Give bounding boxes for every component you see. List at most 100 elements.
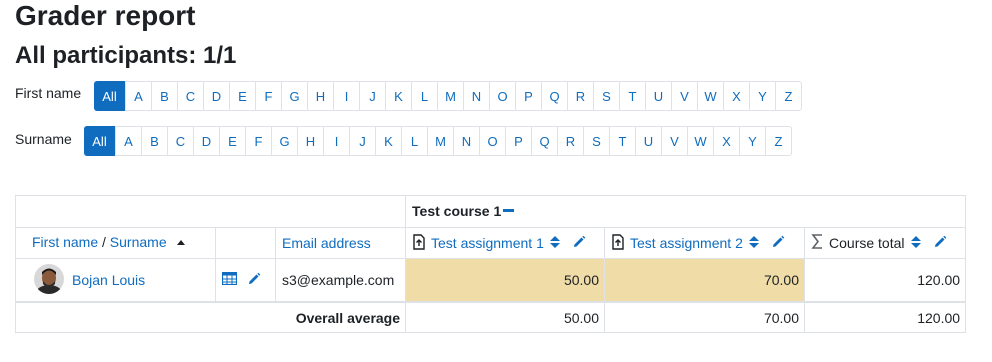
grade-cell[interactable]: 70.00 bbox=[604, 258, 806, 303]
item-link-2[interactable]: Test assignment 2 bbox=[630, 235, 743, 251]
firstname-initial-a[interactable]: A bbox=[125, 82, 151, 110]
header-row: First name / Surname Email address Test … bbox=[15, 227, 967, 259]
page-title: Grader report bbox=[15, 0, 196, 31]
firstname-initial-j[interactable]: J bbox=[359, 82, 385, 110]
sort-asc-icon[interactable] bbox=[175, 236, 187, 252]
item-header-2: Test assignment 2 bbox=[604, 227, 806, 259]
surname-initial-f[interactable]: F bbox=[245, 127, 271, 155]
sort-icon[interactable] bbox=[910, 235, 922, 252]
surname-initial-o[interactable]: O bbox=[479, 127, 505, 155]
edit-icon[interactable] bbox=[933, 235, 947, 252]
firstname-initial-h[interactable]: H bbox=[307, 82, 333, 110]
firstname-initial-f[interactable]: F bbox=[255, 82, 281, 110]
firstname-initial-t[interactable]: T bbox=[619, 82, 645, 110]
average-cell: 50.00 bbox=[405, 301, 606, 333]
average-row: Overall average 50.00 70.00 120.00 bbox=[14, 301, 967, 333]
edit-icon[interactable] bbox=[247, 272, 261, 289]
firstname-initial-b[interactable]: B bbox=[151, 82, 177, 110]
avatar[interactable] bbox=[34, 263, 64, 297]
surname-initial-v[interactable]: V bbox=[661, 127, 687, 155]
surname-initial-u[interactable]: U bbox=[635, 127, 661, 155]
firstname-initial-n[interactable]: N bbox=[463, 82, 489, 110]
edit-icon[interactable] bbox=[771, 235, 785, 252]
sort-firstname-link[interactable]: First name bbox=[32, 234, 98, 250]
surname-initial-x[interactable]: X bbox=[713, 127, 739, 155]
surname-initial-p[interactable]: P bbox=[505, 127, 531, 155]
surname-initial-m[interactable]: M bbox=[427, 127, 453, 155]
surname-initial-t[interactable]: T bbox=[609, 127, 635, 155]
firstname-initial-i[interactable]: I bbox=[333, 82, 359, 110]
firstname-initial-o[interactable]: O bbox=[489, 82, 515, 110]
firstname-initial-g[interactable]: G bbox=[281, 82, 307, 110]
sort-icon[interactable] bbox=[549, 235, 561, 252]
surname-initial-c[interactable]: C bbox=[167, 127, 193, 155]
surname-initial-j[interactable]: J bbox=[349, 127, 375, 155]
firstname-initial-v[interactable]: V bbox=[671, 82, 697, 110]
surname-initial-all[interactable]: All bbox=[84, 126, 115, 156]
firstname-initial-p[interactable]: P bbox=[515, 82, 541, 110]
user-name-link[interactable]: Bojan Louis bbox=[72, 272, 145, 288]
sort-icon[interactable] bbox=[748, 235, 760, 252]
surname-initial-y[interactable]: Y bbox=[739, 127, 765, 155]
category-row: Test course 1 bbox=[14, 195, 967, 228]
average-total-cell: 120.00 bbox=[804, 301, 967, 333]
user-email: s3@example.com bbox=[274, 258, 407, 303]
surname-initial-s[interactable]: S bbox=[583, 127, 609, 155]
email-header: Email address bbox=[274, 227, 407, 259]
surname-initial-b[interactable]: B bbox=[141, 127, 167, 155]
firstname-initial-all[interactable]: All bbox=[94, 81, 125, 111]
firstname-initial-x[interactable]: X bbox=[723, 82, 749, 110]
surname-initial-n[interactable]: N bbox=[453, 127, 479, 155]
surname-initial-d[interactable]: D bbox=[193, 127, 219, 155]
firstname-initial-c[interactable]: C bbox=[177, 82, 203, 110]
firstname-initial-l[interactable]: L bbox=[411, 82, 437, 110]
surname-initial-i[interactable]: I bbox=[323, 127, 349, 155]
table-row: Bojan Louis s3@example.com 50.00 70.00 1… bbox=[15, 258, 967, 303]
firstname-initial-y[interactable]: Y bbox=[749, 82, 775, 110]
grid-icon[interactable] bbox=[221, 272, 238, 288]
average-cell: 70.00 bbox=[604, 301, 806, 333]
assignment-icon bbox=[412, 233, 426, 253]
edit-icon[interactable] bbox=[572, 235, 586, 252]
firstname-initials-bar: All A B C D E F G H I J K L M N O P Q R S T U V W X Y Z bbox=[94, 81, 802, 111]
surname-initial-e[interactable]: E bbox=[219, 127, 245, 155]
surname-initial-l[interactable]: L bbox=[401, 127, 427, 155]
surname-initial-g[interactable]: G bbox=[271, 127, 297, 155]
surname-initial-h[interactable]: H bbox=[297, 127, 323, 155]
total-header: Course total bbox=[804, 227, 967, 259]
user-cell: Bojan Louis bbox=[15, 258, 216, 303]
firstname-initial-d[interactable]: D bbox=[203, 82, 229, 110]
sort-surname-link[interactable]: Surname bbox=[110, 234, 167, 250]
category-title: Test course 1 bbox=[412, 202, 502, 219]
course-total-cell: 120.00 bbox=[804, 258, 967, 303]
participants-heading: All participants: 1/1 bbox=[15, 42, 237, 69]
collapse-icon[interactable] bbox=[501, 203, 515, 220]
firstname-initial-m[interactable]: M bbox=[437, 82, 463, 110]
name-header: First name / Surname bbox=[15, 227, 216, 259]
surname-initial-q[interactable]: Q bbox=[531, 127, 557, 155]
surname-initial-k[interactable]: K bbox=[375, 127, 401, 155]
firstname-initial-w[interactable]: W bbox=[697, 82, 723, 110]
firstname-initial-s[interactable]: S bbox=[593, 82, 619, 110]
firstname-initial-u[interactable]: U bbox=[645, 82, 671, 110]
firstname-filter-label: First name bbox=[15, 85, 82, 101]
name-separator: / bbox=[98, 234, 110, 251]
surname-filter-label: Surname bbox=[15, 131, 72, 147]
surname-initial-z[interactable]: Z bbox=[765, 127, 791, 155]
grade-cell[interactable]: 50.00 bbox=[405, 258, 606, 303]
firstname-initial-e[interactable]: E bbox=[229, 82, 255, 110]
grader-table: Test course 1 First name / Surname Email… bbox=[14, 195, 967, 333]
surname-initial-r[interactable]: R bbox=[557, 127, 583, 155]
item-link-1[interactable]: Test assignment 1 bbox=[431, 235, 544, 251]
total-label: Course total bbox=[829, 235, 905, 252]
surname-initial-w[interactable]: W bbox=[687, 127, 713, 155]
user-actions bbox=[215, 258, 276, 303]
item-header-1: Test assignment 1 bbox=[405, 227, 606, 259]
surname-initial-a[interactable]: A bbox=[115, 127, 141, 155]
category-header: Test course 1 bbox=[405, 195, 967, 228]
firstname-initial-z[interactable]: Z bbox=[775, 82, 801, 110]
sort-email-link[interactable]: Email address bbox=[282, 235, 371, 251]
firstname-initial-q[interactable]: Q bbox=[541, 82, 567, 110]
firstname-initial-r[interactable]: R bbox=[567, 82, 593, 110]
firstname-initial-k[interactable]: K bbox=[385, 82, 411, 110]
